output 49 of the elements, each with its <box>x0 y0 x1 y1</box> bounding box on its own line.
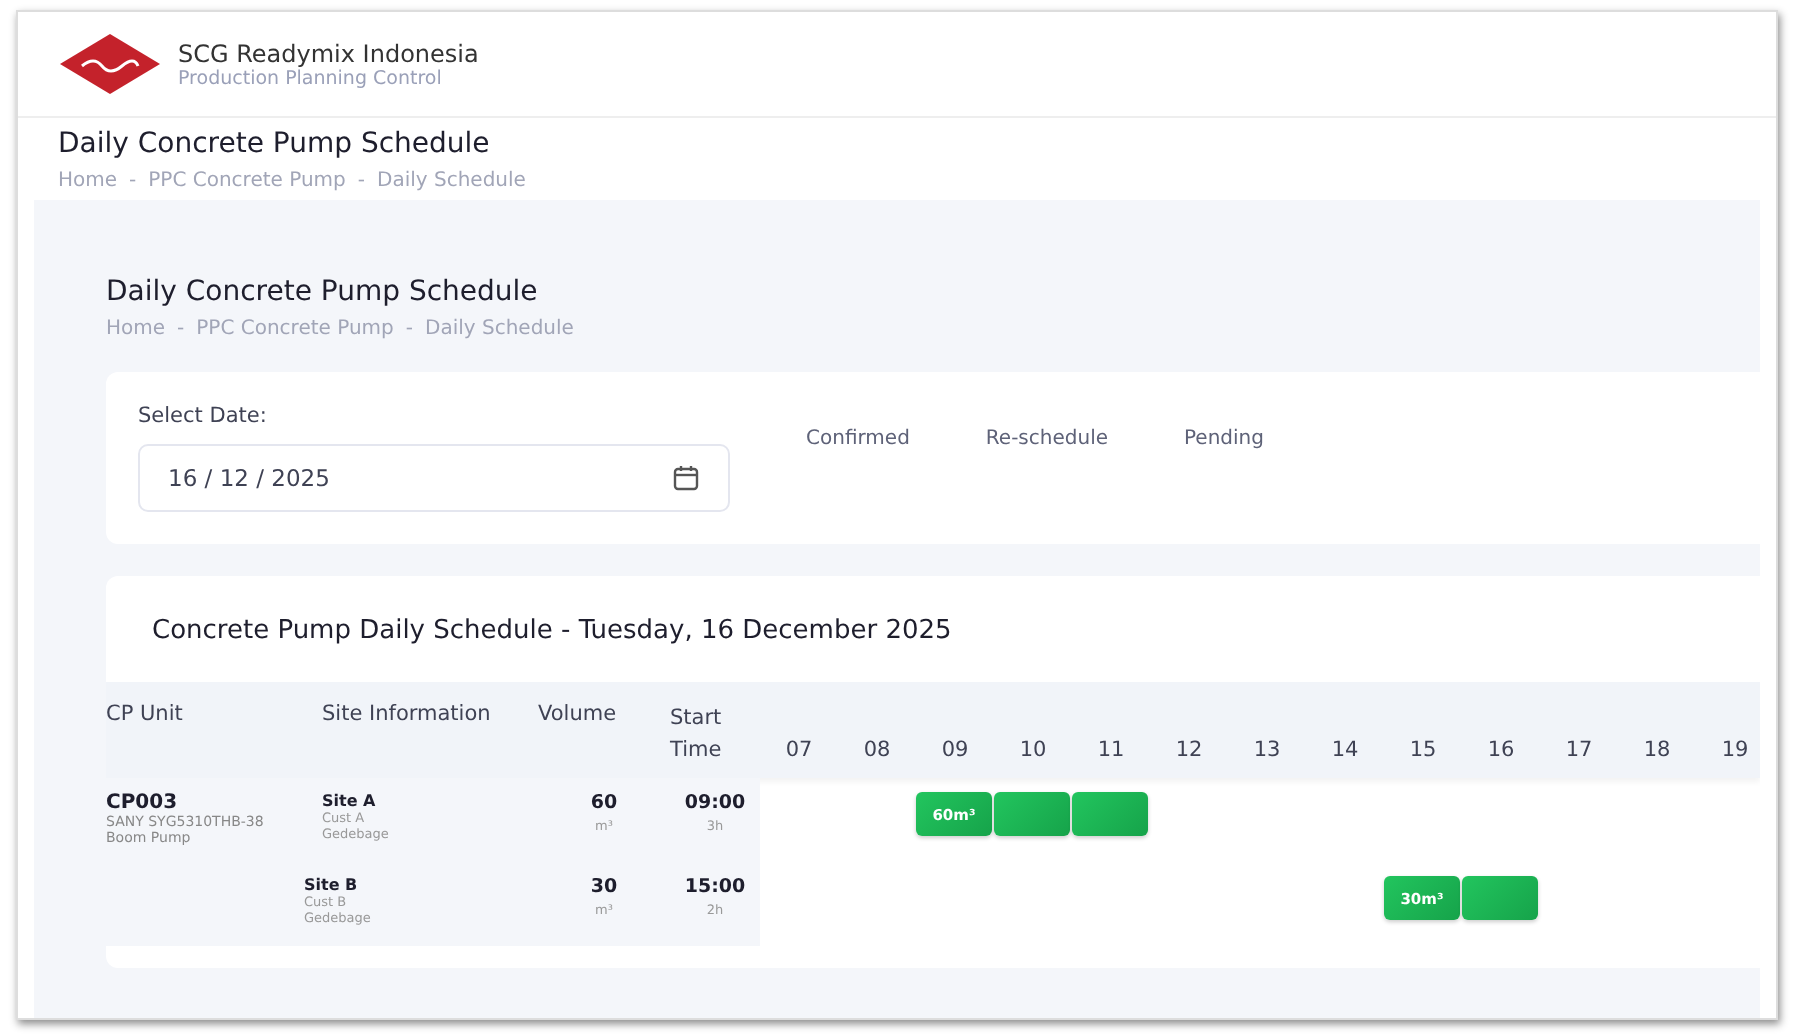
unit-code: CP003 <box>106 792 180 814</box>
hour-header: 13 <box>1251 738 1283 766</box>
hour-header: 12 <box>1173 738 1205 766</box>
date-label: Select Date: <box>138 404 269 428</box>
hour-header: 15 <box>1407 738 1439 766</box>
breadcrumb-link[interactable]: PPC Concrete Pump <box>148 170 346 192</box>
date-field[interactable]: 16 / 12 / 2025 <box>138 444 730 512</box>
hour-header: 18 <box>1641 738 1673 766</box>
logo-icon <box>58 32 162 96</box>
hour-header: 07 <box>783 738 815 766</box>
legend-label: Pending <box>1184 428 1264 454</box>
hour-header: 14 <box>1329 738 1361 766</box>
legend-label: Confirmed <box>806 428 910 454</box>
column-header: CP Unit <box>106 700 185 730</box>
site-name: Site B <box>304 876 360 894</box>
calendar-icon <box>672 464 700 492</box>
breadcrumb-separator: - <box>357 170 365 192</box>
brand-subtitle: Production Planning Control <box>178 67 444 89</box>
breadcrumb-separator: - <box>405 318 413 340</box>
hour-header: 17 <box>1563 738 1595 766</box>
hour-header: 08 <box>861 738 893 766</box>
breadcrumb-separator: - <box>177 318 185 340</box>
breadcrumb-link[interactable]: Daily Schedule <box>377 170 526 192</box>
volume-value: 60 <box>590 792 618 814</box>
hour-header: 16 <box>1485 738 1517 766</box>
hour-header: 10 <box>1017 738 1049 766</box>
breadcrumb-link[interactable]: Home <box>106 318 166 340</box>
legend-label: Re-schedule <box>985 428 1108 454</box>
column-header: Start Time <box>670 704 724 766</box>
site-name: Site A <box>322 792 378 810</box>
hour-header: 09 <box>939 738 971 766</box>
hour-header: 11 <box>1095 738 1127 766</box>
schedule-block[interactable] <box>1462 876 1538 920</box>
breadcrumb-separator: - <box>129 170 137 192</box>
page-title: Daily Concrete Pump Schedule <box>58 128 492 160</box>
start-time: 15:00 <box>684 876 746 898</box>
hour-header: 19 <box>1719 738 1751 766</box>
schedule-title: Concrete Pump Daily Schedule - Tuesday, 16 December 2025 <box>150 614 954 650</box>
schedule-block[interactable] <box>994 792 1070 836</box>
brand-name: SCG Readymix Indonesia <box>178 39 479 67</box>
column-header: Volume <box>538 700 619 730</box>
breadcrumb-link[interactable]: PPC Concrete Pump <box>196 318 394 340</box>
schedule-block[interactable] <box>1072 792 1148 836</box>
content-title: Daily Concrete Pump Schedule <box>106 276 540 308</box>
breadcrumb-link[interactable]: Home <box>58 170 118 192</box>
column-header: Site Information <box>320 700 493 730</box>
start-time: 09:00 <box>684 792 746 814</box>
breadcrumb-link[interactable]: Daily Schedule <box>425 318 574 340</box>
volume-value: 30 <box>590 876 618 898</box>
